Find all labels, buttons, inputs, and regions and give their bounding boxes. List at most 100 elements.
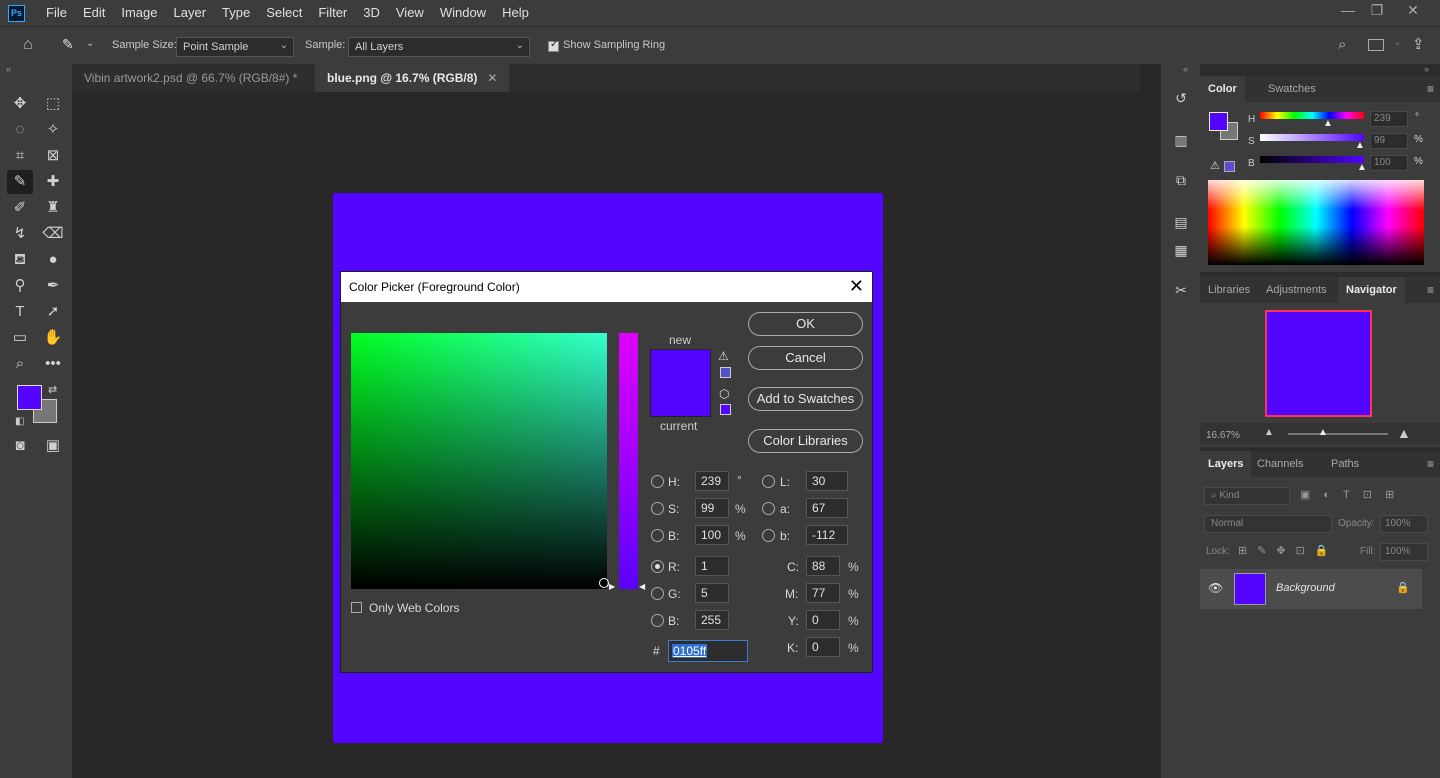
k-field[interactable]: 0 [806,637,840,657]
navigator-zoom-thumb[interactable]: ▲ [1318,427,1328,438]
gamut-color-swatch[interactable] [720,367,731,378]
sample-size-select[interactable]: Point Sample ⌄ [176,37,294,57]
eyedropper-tool-icon[interactable]: ✎ [62,36,80,56]
s-field[interactable]: 99 [1370,133,1408,149]
foreground-color-swatch[interactable] [17,385,42,410]
b-radio[interactable] [651,529,664,542]
eyedropper-tool-icon[interactable]: ✎ [7,170,33,194]
a-field[interactable]: 67 [806,498,848,518]
brush-tool-icon[interactable]: ✐ [7,196,33,220]
workspace-icon[interactable] [1368,39,1384,51]
blue-field[interactable]: 255 [695,610,729,630]
color-spectrum[interactable] [1208,180,1424,265]
zoom-tool-icon[interactable]: ⌕ [7,352,33,376]
navigator-thumbnail[interactable] [1265,310,1372,417]
panel-menu-icon[interactable]: ≡ [1427,283,1434,297]
menu-type[interactable]: Type [214,0,258,26]
paint-bucket-tool-icon[interactable]: ⛾ [7,248,33,272]
navigator-zoom-slider[interactable] [1288,433,1388,435]
marquee-tool-icon[interactable]: ⬚ [40,92,66,116]
c-field[interactable]: 88 [806,556,840,576]
r-radio[interactable] [651,560,664,573]
h-radio[interactable] [651,475,664,488]
properties-icon[interactable]: ▤ [1171,212,1191,232]
y-field[interactable]: 0 [806,610,840,630]
color-field-cursor[interactable] [599,578,609,588]
visibility-eye-icon[interactable]: 👁 [1208,581,1223,595]
info-icon[interactable]: ▦ [1171,240,1191,260]
web-safe-color-swatch[interactable] [720,404,731,415]
warning-icon[interactable]: ⚠ [1210,159,1220,172]
menu-3d[interactable]: 3D [355,0,388,26]
color-libraries-button[interactable]: Color Libraries [748,429,863,453]
tab-navigator[interactable]: Navigator [1338,277,1405,303]
s-radio[interactable] [651,502,664,515]
tab-adjustments[interactable]: Adjustments [1258,277,1335,303]
menu-window[interactable]: Window [432,0,494,26]
saturation-slider[interactable] [1260,134,1364,141]
swap-colors-icon[interactable]: ⇄ [48,383,57,396]
opacity-field[interactable]: 100% [1380,515,1428,533]
tab-vibin-artwork[interactable]: Vibin artwork2.psd @ 66.7% (RGB/8#) * [72,64,309,92]
type-tool-icon[interactable]: T [7,300,33,324]
histogram-icon[interactable]: ▥ [1171,130,1191,150]
web-safe-cube-icon[interactable]: ⬡ [719,387,729,401]
new-current-swatch[interactable] [650,349,711,417]
hue-right-arrow-icon[interactable]: ◀ [639,582,645,591]
screen-mode-icon[interactable]: ▣ [40,434,66,458]
minimize-icon[interactable]: — [1333,0,1363,22]
lock-options-icons[interactable]: ⊞✎✥⊡🔒 [1238,544,1339,557]
saturation-slider-thumb[interactable]: ▲ [1355,140,1365,151]
gamut-swatch[interactable] [1224,161,1235,172]
sample-select[interactable]: All Layers ⌄ [348,37,530,57]
zoom-out-icon[interactable]: ▲ [1264,427,1274,438]
crop-tool-icon[interactable]: ⌗ [7,144,33,168]
brightness-slider-thumb[interactable]: ▲ [1357,162,1367,173]
tab-paths[interactable]: Paths [1323,451,1367,477]
menu-edit[interactable]: Edit [75,0,113,26]
close-tab-icon[interactable]: ✕ [487,71,497,85]
menu-file[interactable]: File [38,0,75,26]
path-selection-tool-icon[interactable]: ➚ [40,300,66,324]
a-radio[interactable] [762,502,775,515]
fill-field[interactable]: 100% [1380,543,1428,561]
lasso-tool-icon[interactable]: ◌ [7,118,33,142]
l-radio[interactable] [762,475,775,488]
search-icon[interactable]: ⌕ [1338,36,1346,53]
sampling-ring-checkbox[interactable]: ✓ [548,39,559,52]
collapse-panels-icon[interactable]: » [1424,64,1429,74]
rectangle-tool-icon[interactable]: ▭ [7,326,33,350]
dodge-tool-icon[interactable]: ⚲ [7,274,33,298]
hue-left-arrow-icon[interactable]: ▶ [609,582,615,591]
g-radio[interactable] [651,587,664,600]
layer-row-background[interactable]: 👁 Background 🔒 [1200,569,1422,609]
tab-channels[interactable]: Channels [1249,451,1311,477]
hue-slider[interactable] [1260,112,1364,119]
close-icon[interactable]: ✕ [849,276,864,296]
menu-select[interactable]: Select [258,0,310,26]
layer-filter-select[interactable]: ⌕ Kind [1204,487,1290,505]
history-icon[interactable]: ↺ [1171,88,1191,108]
tab-color[interactable]: Color [1200,76,1245,102]
quick-mask-icon[interactable]: ◙ [7,434,33,458]
history-brush-tool-icon[interactable]: ↯ [7,222,33,246]
b-field[interactable]: 100 [695,525,729,545]
panel-menu-icon[interactable]: ≡ [1427,82,1434,96]
lab-b-radio[interactable] [762,529,775,542]
g-field[interactable]: 5 [695,583,729,603]
l-field[interactable]: 30 [806,471,848,491]
add-to-swatches-button[interactable]: Add to Swatches [748,387,863,411]
brightness-slider[interactable] [1260,156,1364,163]
restore-icon[interactable]: ❐ [1362,0,1392,22]
s-field[interactable]: 99 [695,498,729,518]
magic-wand-tool-icon[interactable]: ✧ [40,118,66,142]
blue-radio[interactable] [651,614,664,627]
navigator-zoom-value[interactable]: 16.67% [1206,430,1240,441]
tab-libraries[interactable]: Libraries [1200,277,1258,303]
menu-layer[interactable]: Layer [166,0,215,26]
hue-slider-thumb[interactable]: ▲ [1323,118,1333,129]
workspace-chevron-icon[interactable]: ⌄ [1393,37,1401,48]
tool-preset-chevron-icon[interactable]: ⌄ [86,38,94,49]
hex-field[interactable]: 0105ff [668,640,748,662]
ok-button[interactable]: OK [748,312,863,336]
